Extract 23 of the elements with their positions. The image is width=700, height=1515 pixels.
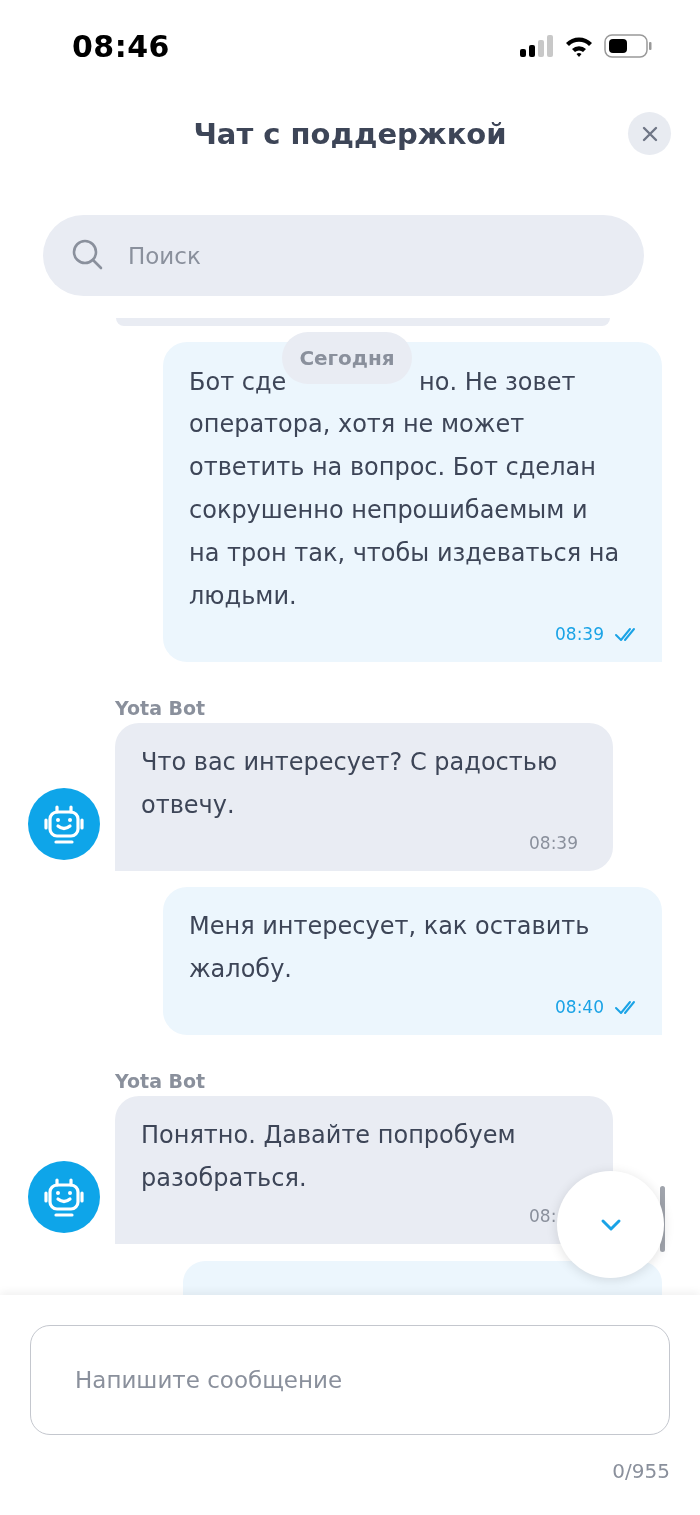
close-button[interactable] [628,112,671,155]
message-text: Что вас интересует? С радостью отвечу. [141,747,559,821]
sender-name: Yota Bot [115,1070,206,1092]
message-time: 08: [529,1206,558,1226]
message-time: 08:40 [555,997,604,1017]
battery-icon [604,34,652,58]
search-field[interactable]: Поиск [43,215,644,296]
message-text: Меня интересует, как оставить жалобу. [189,911,591,985]
search-icon [72,239,104,271]
chevron-down-icon [599,1217,622,1232]
close-icon [641,125,658,142]
message-text: Понятно. Давайте попробуем разобраться. [141,1120,517,1194]
message-time: 08:39 [529,833,579,853]
message-time: 08:39 [555,624,604,644]
character-counter: 0/955 [611,1459,670,1483]
status-time: 08:46 [72,28,170,64]
message-text: оператора, хотя не может ответить на вопрос. Бот сделан сокрушенно непрошибаемым и на трон так, чтобы издеваться на людьми. [189,409,621,612]
message-text: но. Не зовет [419,367,576,396]
signal-icon [520,35,554,57]
chat-title: Чат с поддержкой [193,117,507,151]
sender-name: Yota Bot [115,697,206,719]
wifi-icon [564,35,594,57]
message-input-field[interactable]: Напишите сообщение [30,1325,670,1435]
